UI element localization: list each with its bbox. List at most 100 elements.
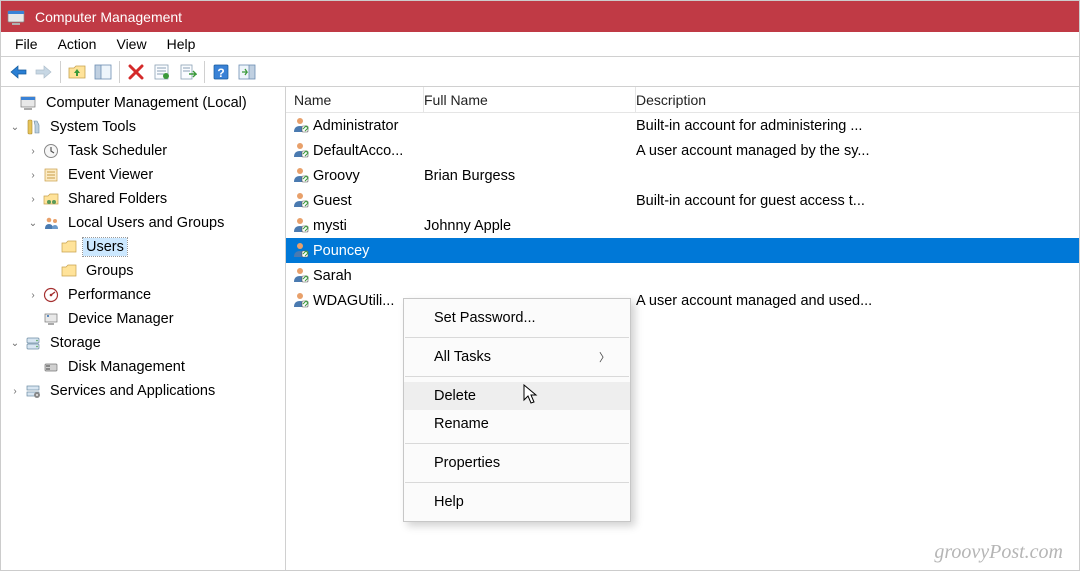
tree-system-tools[interactable]: ⌄ System Tools: [4, 115, 285, 139]
tree-expander[interactable]: ›: [26, 144, 40, 158]
tree-expander[interactable]: ›: [26, 192, 40, 206]
menu-help[interactable]: Help: [157, 34, 206, 54]
tree-services-apps[interactable]: › Services and Applications: [4, 379, 285, 403]
context-set-password[interactable]: Set Password...: [404, 304, 630, 332]
col-name-header[interactable]: Name: [286, 87, 424, 112]
context-separator: [405, 482, 629, 483]
tree-root[interactable]: Computer Management (Local): [4, 91, 285, 115]
export-list-icon[interactable]: [175, 59, 201, 85]
tree-label: Computer Management (Local): [43, 94, 250, 112]
tree-expander[interactable]: ›: [26, 168, 40, 182]
tree-label: Groups: [83, 262, 137, 280]
storage-icon: [24, 334, 42, 352]
context-rename[interactable]: Rename: [404, 410, 630, 438]
cell-fullname: Johnny Apple: [424, 218, 636, 234]
tree-label: Event Viewer: [65, 166, 156, 184]
up-folder-icon[interactable]: [64, 59, 90, 85]
toolbar-separator: [204, 61, 205, 83]
user-name: WDAGUtili...: [313, 293, 394, 309]
context-separator: [405, 337, 629, 338]
menu-file-label: File: [15, 36, 38, 52]
forward-icon[interactable]: [31, 59, 57, 85]
context-properties[interactable]: Properties: [404, 449, 630, 477]
context-item-label: Delete: [434, 388, 476, 404]
toolbar: ?: [1, 57, 1079, 87]
window-title: Computer Management: [35, 9, 182, 25]
toolbar-separator: [119, 61, 120, 83]
folder-icon: [60, 262, 78, 280]
cell-name: Guest: [286, 190, 424, 212]
list-header: Name Full Name Description: [286, 87, 1079, 113]
cell-name: Sarah: [286, 265, 424, 287]
tree-expander[interactable]: ›: [8, 384, 22, 398]
list-row[interactable]: Pouncey: [286, 238, 1079, 263]
col-fullname-header[interactable]: Full Name: [424, 87, 636, 112]
list-row[interactable]: Sarah: [286, 263, 1079, 288]
tree-expander[interactable]: ⌄: [26, 216, 40, 230]
user-icon: [291, 165, 309, 187]
tree-expander[interactable]: ⌄: [8, 120, 22, 134]
event-viewer-icon: [42, 166, 60, 184]
menu-view[interactable]: View: [106, 34, 156, 54]
context-item-label: Set Password...: [434, 310, 536, 326]
show-action-pane-icon[interactable]: [234, 59, 260, 85]
shared-folders-icon: [42, 190, 60, 208]
folder-icon: [60, 238, 78, 256]
list-row[interactable]: DefaultAcco...A user account managed by …: [286, 138, 1079, 163]
tree-label: Local Users and Groups: [65, 214, 227, 232]
menu-file[interactable]: File: [5, 34, 48, 54]
list-row[interactable]: Guest Built-in account for guest access t…: [286, 188, 1079, 213]
menu-action[interactable]: Action: [48, 34, 107, 54]
cell-name: Pouncey: [286, 240, 424, 262]
tree-label: Services and Applications: [47, 382, 218, 400]
cell-description: A user account managed by the sy...: [636, 143, 1079, 159]
refresh-icon[interactable]: [149, 59, 175, 85]
tree-shared-folders[interactable]: › Shared Folders: [4, 187, 285, 211]
menu-action-label: Action: [58, 36, 97, 52]
user-name: Groovy: [313, 168, 360, 184]
tree-expander[interactable]: ›: [26, 288, 40, 302]
show-hide-tree-icon[interactable]: [90, 59, 116, 85]
tree-device-manager[interactable]: Device Manager: [4, 307, 285, 331]
disk-management-icon: [42, 358, 60, 376]
tree-disk-management[interactable]: Disk Management: [4, 355, 285, 379]
tree-local-users-groups[interactable]: ⌄ Local Users and Groups: [4, 211, 285, 235]
tree-label: Users: [83, 238, 127, 256]
tree-event-viewer[interactable]: › Event Viewer: [4, 163, 285, 187]
context-help[interactable]: Help: [404, 488, 630, 516]
menu-help-label: Help: [167, 36, 196, 52]
title-bar: Computer Management: [1, 1, 1079, 32]
tree-expander[interactable]: ⌄: [8, 336, 22, 350]
delete-icon[interactable]: [123, 59, 149, 85]
cell-name: Groovy: [286, 165, 424, 187]
help-icon[interactable]: ?: [208, 59, 234, 85]
menu-view-label: View: [116, 36, 146, 52]
user-name: Guest: [313, 193, 352, 209]
list-row[interactable]: GroovyBrian Burgess: [286, 163, 1079, 188]
tree-label: Shared Folders: [65, 190, 170, 208]
context-separator: [405, 376, 629, 377]
list-row[interactable]: AdministratorBuilt-in account for admini…: [286, 113, 1079, 138]
col-description-header[interactable]: Description: [636, 87, 1079, 112]
list-row[interactable]: mystiJohnny Apple: [286, 213, 1079, 238]
context-all-tasks[interactable]: All Tasks〉: [404, 343, 630, 371]
tree-label: Disk Management: [65, 358, 188, 376]
user-icon: [291, 265, 309, 287]
tree-pane[interactable]: Computer Management (Local) ⌄ System Too…: [1, 87, 286, 570]
context-separator: [405, 443, 629, 444]
user-name: Sarah: [313, 268, 352, 284]
tree-performance[interactable]: › Performance: [4, 283, 285, 307]
tree-task-scheduler[interactable]: › Task Scheduler: [4, 139, 285, 163]
toolbar-separator: [60, 61, 61, 83]
cell-name: mysti: [286, 215, 424, 237]
context-delete[interactable]: Delete: [404, 382, 630, 410]
clock-icon: [42, 142, 60, 160]
tree-users[interactable]: Users: [4, 235, 285, 259]
back-icon[interactable]: [5, 59, 31, 85]
app-icon: [7, 8, 25, 26]
tree-storage[interactable]: ⌄ Storage: [4, 331, 285, 355]
tree-label: Storage: [47, 334, 104, 352]
user-name: Pouncey: [313, 243, 369, 259]
tree-groups[interactable]: Groups: [4, 259, 285, 283]
cell-description: Built-in account for guest access t...: [636, 193, 1079, 209]
